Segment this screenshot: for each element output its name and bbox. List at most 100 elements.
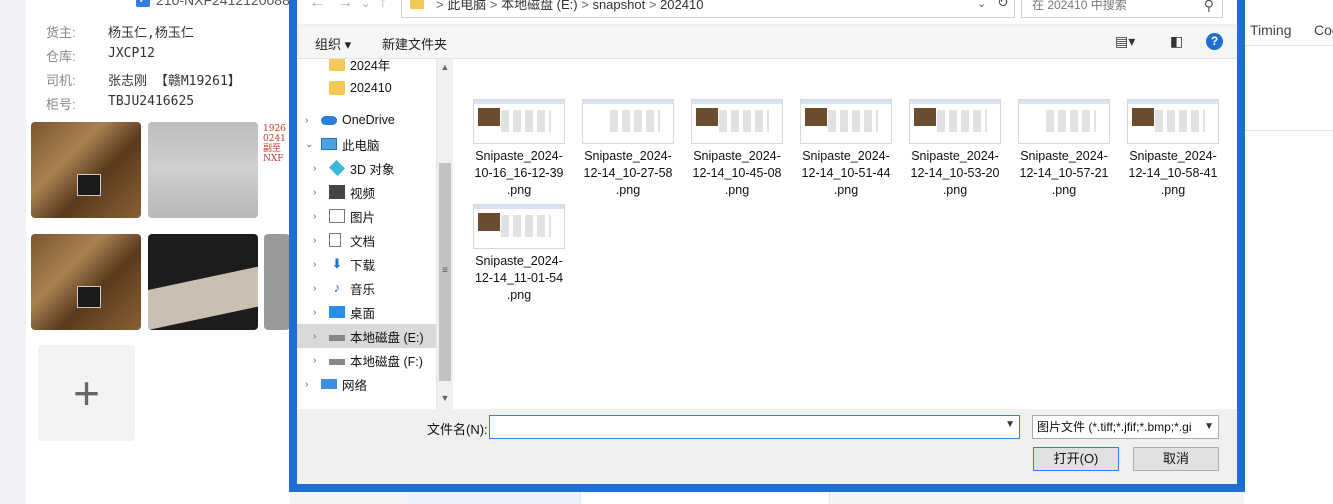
tab-timing[interactable]: Timing <box>1250 22 1292 38</box>
background-strip <box>408 490 580 504</box>
photo-thumbnail[interactable] <box>31 122 141 218</box>
cube-icon <box>329 160 345 176</box>
chevron-down-icon[interactable]: ▼ <box>1005 419 1015 430</box>
drive-icon <box>329 335 345 341</box>
chevron-right-icon[interactable]: › <box>313 331 316 342</box>
breadcrumb-item[interactable]: 本地磁盘 (E:) <box>501 0 578 12</box>
forward-arrow-icon[interactable]: → <box>337 0 353 12</box>
add-photo-button[interactable]: + <box>38 345 135 441</box>
record-id: 210-NXF2412120088 <box>156 0 290 8</box>
chevron-right-icon[interactable]: › <box>313 235 316 246</box>
nav-item[interactable]: › 视频 <box>297 180 445 204</box>
nav-item[interactable]: › 网络 <box>297 372 445 396</box>
nav-item-label: 文档 <box>350 234 376 249</box>
nav-item[interactable]: › 桌面 <box>297 300 445 324</box>
scroll-up-icon[interactable]: ▲ <box>437 59 453 76</box>
file-item[interactable]: Snipaste_2024- 12-14_10-45-08 .png <box>687 99 787 199</box>
nav-item[interactable]: › OneDrive <box>297 108 445 132</box>
page-left-edge <box>0 0 26 504</box>
chevron-right-icon[interactable]: › <box>313 307 316 318</box>
nav-item[interactable]: › 本地磁盘 (E:) <box>297 324 445 348</box>
nav-item[interactable]: ⌄ 此电脑 <box>297 132 445 156</box>
breadcrumb-item[interactable]: 202410 <box>660 0 703 12</box>
search-icon[interactable]: ⚲ <box>1204 0 1214 15</box>
refresh-icon[interactable]: ↻ <box>997 0 1009 11</box>
info-value: 杨玉仁,杨玉仁 <box>108 26 194 41</box>
help-icon[interactable]: ? <box>1206 33 1223 50</box>
file-item[interactable]: Snipaste_2024- 12-14_11-01-54 .png <box>469 204 569 304</box>
tab-coo[interactable]: Coo <box>1314 22 1333 38</box>
filename-field[interactable]: ▼ <box>489 415 1020 439</box>
file-item[interactable]: Snipaste_2024- 12-14_10-27-58 .png <box>578 99 678 199</box>
plus-icon: + <box>73 367 100 419</box>
search-input[interactable]: 在 202410 中搜索 ⚲ <box>1021 0 1223 18</box>
chevron-right-icon[interactable]: › <box>313 187 316 198</box>
organize-menu-button[interactable]: 组织 ▾ <box>315 34 351 53</box>
file-item[interactable]: Snipaste_2024- 12-14_10-57-21 .png <box>1014 99 1114 199</box>
file-item[interactable]: Snipaste_2024- 12-14_10-58-41 .png <box>1123 99 1223 199</box>
back-arrow-icon[interactable]: ← <box>309 0 325 12</box>
info-label: 司机: <box>46 73 76 88</box>
breadcrumb-chevron-icon: > <box>645 0 661 12</box>
file-name-line: 12-14_10-51-44 <box>801 166 891 180</box>
recent-chevron-icon[interactable]: ⌄ <box>361 0 370 10</box>
chevron-right-icon[interactable]: › <box>313 163 316 174</box>
preview-pane-icon[interactable]: ◧ <box>1170 33 1183 50</box>
file-item[interactable]: Snipaste_2024- 12-14_10-51-44 .png <box>796 99 896 199</box>
photo-thumbnail[interactable] <box>31 234 141 330</box>
address-bar[interactable]: > 此电脑 > 本地磁盘 (E:) > snapshot > 202410 <box>401 0 1015 18</box>
chevron-right-icon[interactable]: › <box>313 211 316 222</box>
nav-item[interactable]: › ⬇ 下载 <box>297 252 445 276</box>
nav-item[interactable]: 2024年 <box>297 59 445 76</box>
dialog-body: ← → ⌄ ↑ > 此电脑 > 本地磁盘 (E:) > snapshot > 2… <box>297 0 1237 484</box>
filetype-select[interactable]: 图片文件 (*.tiff;*.jfif;*.bmp;*.gi ▼ <box>1032 415 1219 439</box>
video-icon <box>329 185 345 199</box>
column-tabs: Timing Coo <box>1244 18 1333 46</box>
nav-item-label: 3D 对象 <box>350 162 395 177</box>
photo-thumbnail[interactable] <box>264 234 290 330</box>
address-row: ← → ⌄ ↑ > 此电脑 > 本地磁盘 (E:) > snapshot > 2… <box>297 0 1237 24</box>
scroll-thumb[interactable]: ≡ <box>439 163 451 381</box>
photo-thumbnail[interactable] <box>148 122 258 218</box>
chevron-down-icon[interactable]: ⌄ <box>305 139 313 150</box>
photo-thumbnail[interactable] <box>148 234 258 330</box>
file-thumbnail <box>582 99 674 144</box>
nav-item-label: 下载 <box>350 258 376 273</box>
new-folder-button[interactable]: 新建文件夹 <box>382 34 447 53</box>
file-name-line: Snipaste_2024- <box>911 149 999 163</box>
nav-item[interactable]: › ♪ 音乐 <box>297 276 445 300</box>
file-item[interactable]: Snipaste_2024- 12-14_10-53-20 .png <box>905 99 1005 199</box>
cloud-icon <box>321 115 337 125</box>
address-dropdown-icon[interactable]: ⌄ <box>977 0 986 10</box>
chevron-down-icon[interactable]: ▼ <box>1204 416 1214 438</box>
file-item[interactable]: Snipaste_2024- 10-16_16-12-39 .png <box>469 99 569 199</box>
nav-item[interactable]: › 文档 <box>297 228 445 252</box>
record-select-row[interactable]: ✓ 210-NXF2412120088 <box>136 0 290 8</box>
nav-scrollbar[interactable]: ▲ ≡ ▼ <box>436 59 452 409</box>
chevron-right-icon[interactable]: › <box>313 355 316 366</box>
scroll-down-icon[interactable]: ▼ <box>437 390 453 407</box>
record-checkbox[interactable]: ✓ <box>136 0 150 7</box>
chevron-right-icon[interactable]: › <box>305 379 308 390</box>
file-open-dialog: ← → ⌄ ↑ > 此电脑 > 本地磁盘 (E:) > snapshot > 2… <box>289 0 1245 492</box>
file-name-line: .png <box>506 288 532 302</box>
download-icon: ⬇ <box>331 256 343 271</box>
up-arrow-icon[interactable]: ↑ <box>379 0 387 12</box>
nav-item[interactable]: 202410 <box>297 76 445 100</box>
breadcrumb-item[interactable]: 此电脑 <box>447 0 486 12</box>
file-name: Snipaste_2024- 12-14_10-27-58 .png <box>578 148 678 199</box>
info-row: 货主: 杨玉仁,杨玉仁 <box>46 22 194 41</box>
nav-item[interactable]: › 3D 对象 <box>297 156 445 180</box>
file-name-line: .png <box>1160 183 1186 197</box>
nav-item[interactable]: › 本地磁盘 (F:) <box>297 348 445 372</box>
file-name: Snipaste_2024- 12-14_10-57-21 .png <box>1014 148 1114 199</box>
nav-item[interactable]: › 图片 <box>297 204 445 228</box>
open-button[interactable]: 打开(O) <box>1033 447 1119 471</box>
chevron-right-icon[interactable]: › <box>313 259 316 270</box>
cancel-button[interactable]: 取消 <box>1133 447 1219 471</box>
breadcrumb-item[interactable]: snapshot <box>592 0 645 12</box>
view-options-icon[interactable]: ▤▾ <box>1115 33 1135 50</box>
file-name-line: .png <box>942 183 968 197</box>
chevron-right-icon[interactable]: › <box>313 283 316 294</box>
chevron-right-icon[interactable]: › <box>305 115 308 126</box>
